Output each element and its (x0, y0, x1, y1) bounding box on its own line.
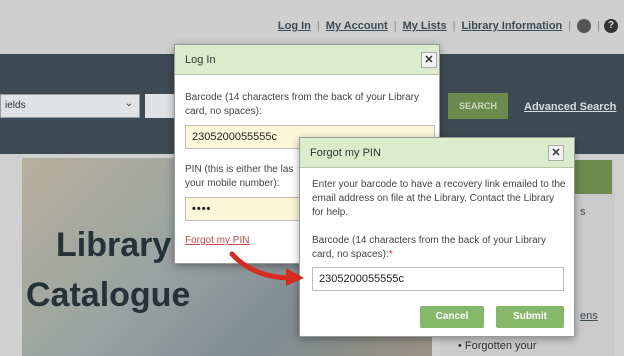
required-marker: * (388, 249, 393, 260)
forgot-pin-dialog: Forgot my PIN ✕ Enter your barcode to ha… (299, 137, 575, 337)
submit-button[interactable]: Submit (496, 306, 564, 328)
red-arrow-annotation (229, 251, 304, 286)
sidebar-text-fragment: s (580, 206, 586, 218)
nav-separator: | (568, 20, 572, 32)
barcode-label: Barcode (14 characters from the back of … (185, 92, 419, 117)
search-field-select-value: ields (5, 100, 26, 111)
nav-my-lists-link[interactable]: My Lists (397, 20, 453, 32)
search-field-select[interactable]: ields ⌄ (0, 94, 140, 118)
sidebar-bullet: • Forgotten your (458, 340, 537, 352)
forgot-pin-instructions: Enter your barcode to have a recovery li… (312, 179, 566, 218)
login-dialog-title: Log In (185, 54, 216, 66)
pin-label-line1: PIN (this is either the las (185, 164, 294, 175)
nav-library-information-link[interactable]: Library Information (455, 20, 568, 32)
forgot-barcode-input[interactable]: 2305200055555c (312, 267, 564, 291)
nav-login-link[interactable]: Log In (272, 20, 317, 32)
search-button[interactable]: SEARCH (448, 93, 508, 119)
forgot-barcode-label: Barcode (14 characters from the back of … (312, 234, 568, 262)
help-icon[interactable]: ? (604, 19, 618, 33)
forgot-pin-dialog-title: Forgot my PIN (310, 147, 381, 159)
chevron-down-icon: ⌄ (124, 98, 133, 109)
sidebar-link-fragment[interactable]: ens (580, 310, 598, 322)
top-nav-links: Log In | My Account | My Lists | Library… (272, 19, 618, 33)
advanced-search-link[interactable]: Advanced Search (524, 101, 616, 113)
close-icon[interactable]: ✕ (421, 52, 437, 68)
hero-title-line1: Library (56, 226, 172, 264)
hero-title-line2: Catalogue (26, 276, 191, 314)
forgot-barcode-label-text: Barcode (14 characters from the back of … (312, 235, 546, 260)
forgot-pin-dialog-header: Forgot my PIN ✕ (300, 138, 574, 168)
search-input[interactable] (145, 94, 175, 118)
forgot-pin-link[interactable]: Forgot my PIN (185, 235, 249, 246)
nav-separator: | (597, 20, 600, 32)
cancel-button[interactable]: Cancel (420, 306, 484, 328)
pin-label-line2: your mobile number): (185, 178, 280, 189)
nav-my-account-link[interactable]: My Account (320, 20, 394, 32)
login-dialog-header: Log In ✕ (175, 45, 439, 75)
globe-icon[interactable] (577, 19, 592, 33)
close-icon[interactable]: ✕ (548, 145, 564, 161)
